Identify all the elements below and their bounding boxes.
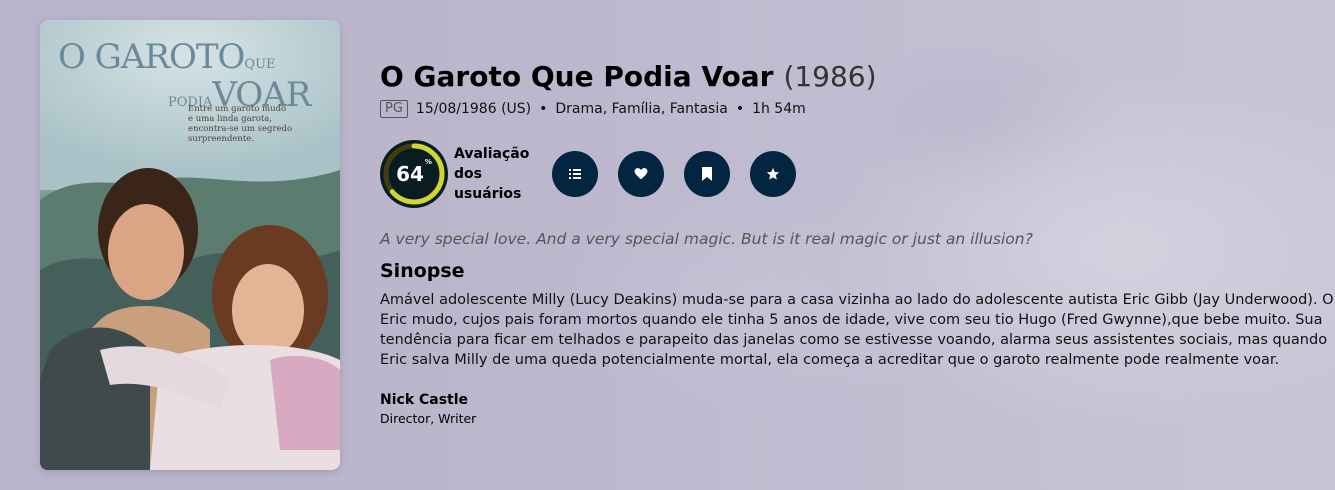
release-date: 15/08/1986 (US) [415,101,532,117]
runtime: 1h 54m [752,101,806,117]
rate-button[interactable] [750,151,796,197]
title-row: O Garoto Que Podia Voar (1986) [380,60,1320,98]
actions-bar: 64% Avaliação dos usuários [380,140,1320,208]
release-year: (1986) [783,60,877,93]
star-icon [766,167,780,180]
score-value: 64% [396,158,432,186]
movie-poster[interactable]: O GAROTOQUE PODIAVOAR Entre um garoto mu… [40,20,340,470]
user-score-label: Avaliação dos usuários [454,146,530,202]
bookmark-icon [702,167,712,181]
user-score-chart[interactable]: 64% [380,140,448,208]
crew-role: Director, Writer [380,411,477,426]
certification-badge: PG [380,100,408,118]
list-icon [569,169,581,179]
overview-text: Amável adolescente Milly (Lucy Deakins) … [380,292,1334,368]
add-to-list-button[interactable] [552,151,598,197]
crew-member: Nick Castle Director, Writer [380,392,1320,426]
separator: • [539,101,548,117]
crew-list: Nick Castle Director, Writer [380,392,1320,426]
overview-heading: Sinopse [380,260,465,282]
separator: • [735,101,745,117]
crew-name[interactable]: Nick Castle [380,392,1320,408]
movie-tagline: A very special love. And a very special … [380,230,1033,248]
facts: PG 15/08/1986 (US) • Drama, Família, Fan… [380,100,1320,118]
movie-details: O Garoto Que Podia Voar (1986) PG 15/08/… [380,60,1334,426]
heart-icon [634,168,648,180]
favorite-button[interactable] [618,151,664,197]
movie-title[interactable]: O Garoto Que Podia Voar [380,60,773,93]
watchlist-button[interactable] [684,151,730,197]
genres[interactable]: Drama, Família, Fantasia [555,101,727,117]
poster-tagline: Entre um garoto mudo e uma linda garota,… [188,104,293,144]
